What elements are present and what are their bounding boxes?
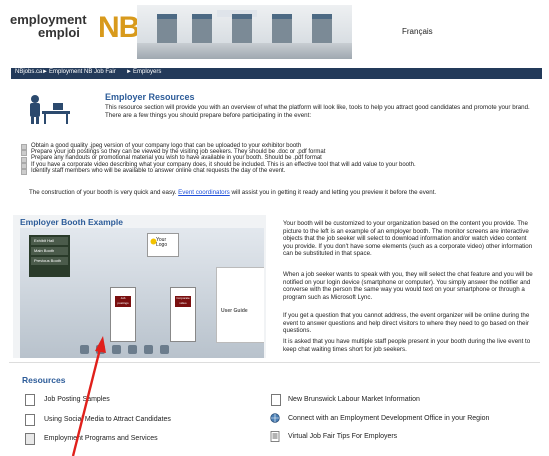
logo-brand: NB: [98, 11, 140, 44]
booth-nav-menu: Exhibit Hall Main Booth Previous Booth: [29, 235, 70, 277]
breadcrumb: NBjobs.ca ► Employment NB Job Fair ► Emp…: [11, 68, 542, 79]
booth-menu-main-booth: Main Booth: [31, 247, 68, 255]
social-media-link[interactable]: Using Social Media to Attract Candidates: [44, 416, 171, 423]
booth-paragraph-4: It is asked that you have multiple staff…: [283, 338, 531, 353]
prep-checklist: Obtain a good quality .jpeg version of y…: [21, 143, 521, 176]
construction-suffix: will assist you in getting it ready and …: [231, 189, 437, 196]
user-guide-label: User Guide: [221, 308, 248, 314]
construction-prefix: The construction of your booth is very q…: [29, 189, 177, 196]
job-posting-samples-link[interactable]: Job Posting Samples: [44, 396, 110, 403]
toolbar-icon: [96, 345, 105, 354]
logo-line-2: emploi: [38, 25, 80, 40]
booth-menu-previous-booth: Previous Booth: [31, 257, 68, 265]
breadcrumb-item-home[interactable]: NBjobs.ca: [15, 69, 42, 75]
employer-resources-intro: This resource section will provide you w…: [105, 104, 530, 119]
site-header: employment emploi NB Français: [0, 0, 549, 64]
exhibit-hall-banner-image: [137, 5, 352, 59]
toolbar-icon: [80, 345, 89, 354]
job-postings-monitor: Job postings: [110, 287, 136, 342]
your-logo-label: Your Logo: [156, 237, 168, 248]
document-icon: [25, 433, 35, 445]
breadcrumb-item-employers: Employers: [133, 69, 162, 75]
corporate-video-screen: Corporate video: [175, 296, 191, 307]
office-people-icon: [30, 95, 70, 124]
language-toggle-link[interactable]: Français: [402, 27, 433, 36]
toolbar-icon: [144, 345, 153, 354]
virtual-job-fair-tips-link[interactable]: Virtual Job Fair Tips For Employers: [288, 433, 397, 440]
toolbar-icon: [128, 345, 137, 354]
employment-nb-logo[interactable]: employment emploi NB: [10, 11, 140, 44]
booth-example-heading: Employer Booth Example: [20, 217, 123, 227]
employer-resources-heading: Employer Resources: [105, 92, 195, 102]
event-coordinators-link[interactable]: Event coordinators: [178, 189, 230, 196]
toolbar-icon: [112, 345, 121, 354]
corporate-video-monitor: Corporate video: [170, 287, 196, 342]
booth-paragraph-2: When a job seeker wants to speak with yo…: [283, 271, 533, 301]
breadcrumb-separator: ►: [126, 69, 132, 75]
toolbar-icon: [160, 345, 169, 354]
development-office-link[interactable]: Connect with an Employment Development O…: [288, 415, 489, 422]
list-item: Identify staff members who will be avail…: [21, 168, 521, 176]
job-postings-screen: Job postings: [115, 296, 131, 307]
document-icon: [271, 394, 281, 406]
breadcrumb-item-job-fair[interactable]: Employment NB Job Fair: [49, 69, 116, 75]
booth-paragraph-3: If you get a question that you cannot ad…: [283, 312, 530, 334]
employment-programs-link[interactable]: Employment Programs and Services: [44, 435, 158, 442]
tips-document-icon: [270, 431, 280, 442]
booth-paragraph-1: Your booth will be customized to your or…: [283, 220, 533, 257]
resources-heading: Resources: [22, 375, 66, 385]
hall-floor: [137, 43, 352, 59]
booth-menu-exhibit-hall: Exhibit Hall: [31, 237, 68, 245]
construction-note: The construction of your booth is very q…: [29, 189, 539, 197]
your-logo-placeholder: Your Logo: [147, 233, 179, 257]
user-guide-phone: User Guide: [216, 267, 264, 343]
document-icon: [25, 414, 35, 426]
document-icon: [25, 394, 35, 406]
labour-market-info-link[interactable]: New Brunswick Labour Market Information: [288, 396, 420, 403]
booth-example-image: Exhibit Hall Main Booth Previous Booth Y…: [20, 228, 264, 358]
booth-toolbar-icons: [80, 345, 210, 355]
globe-icon: [270, 413, 280, 423]
breadcrumb-separator: ►: [42, 69, 48, 75]
divider: [9, 362, 540, 363]
